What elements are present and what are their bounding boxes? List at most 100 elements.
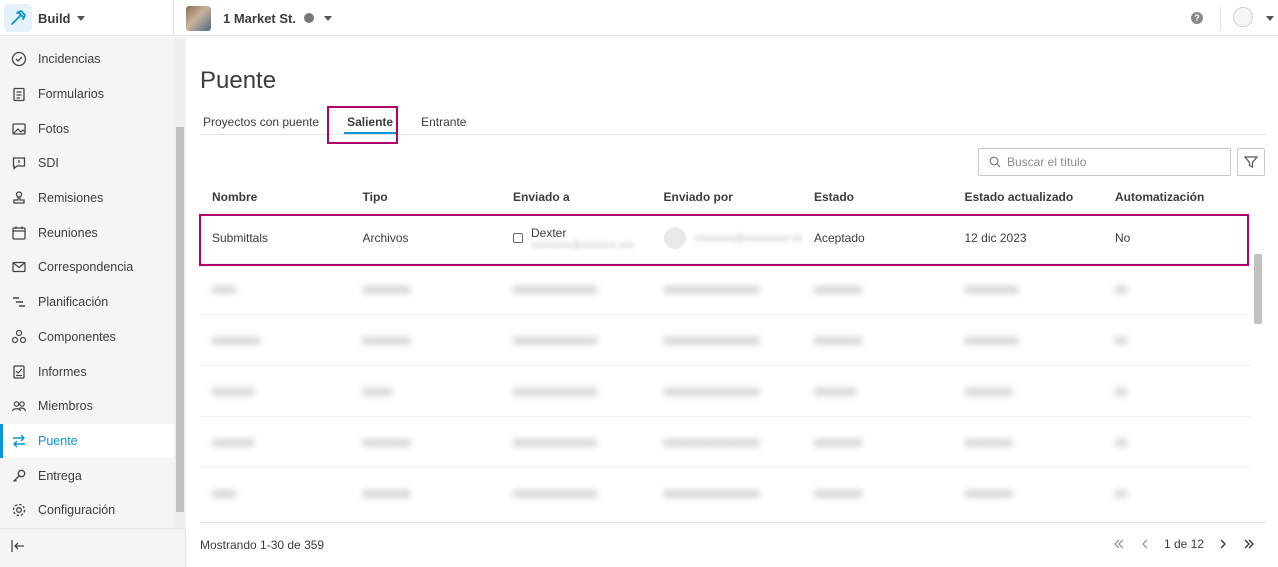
sidebar-item-informes[interactable]: Informes <box>0 354 174 389</box>
sidebar-item-formularios[interactable]: Formularios <box>0 77 174 112</box>
tab-entrante[interactable]: Entrante <box>418 110 469 134</box>
column-header-nombre[interactable]: Nombre <box>200 190 351 204</box>
cell-redacted: xxxxxxxx <box>964 384 1013 398</box>
cell-redacted: xxxxxxxxx <box>964 282 1019 296</box>
stamp-icon <box>10 189 28 207</box>
cell-redacted: xxxxxxxxxxxxxx <box>513 435 597 449</box>
sidebar-item-label: Informes <box>38 364 87 379</box>
cell-redacted: xxxxxxx <box>212 384 254 398</box>
column-header-estado[interactable]: Estado <box>802 190 953 204</box>
sidebar-item-incidencias[interactable]: Incidencias <box>0 42 174 77</box>
sidebar-scrollbar[interactable] <box>174 37 186 528</box>
envelope-icon <box>10 258 28 276</box>
sidebar-item-correspondencia[interactable]: Correspondencia <box>0 250 174 285</box>
sidebar-item-planificacion[interactable]: Planificación <box>0 285 174 320</box>
sidebar-item-miembros[interactable]: Miembros <box>0 389 174 424</box>
sidebar-item-label: Fotos <box>38 121 70 136</box>
scrollbar-thumb[interactable] <box>1254 254 1262 324</box>
filter-icon <box>1243 156 1259 168</box>
sidebar-item-label: Componentes <box>38 329 116 344</box>
sidebar-item-label: Remisiones <box>38 191 104 206</box>
help-icon[interactable]: ? <box>1191 12 1203 24</box>
cell-redacted: xxxxxxxx <box>362 486 411 500</box>
column-header-automatizacion[interactable]: Automatización <box>1103 190 1254 204</box>
sidebar-item-remisiones[interactable]: Remisiones <box>0 181 174 216</box>
cell-redacted: xxxxxxxxxxxxxx <box>513 486 597 500</box>
column-header-enviado-a[interactable]: Enviado a <box>501 190 652 204</box>
cell-redacted: xxxxxxxx <box>814 435 862 449</box>
table-footer: Mostrando 1-30 de 359 1 de 12 <box>200 522 1266 567</box>
sidebar-item-label: Configuración <box>38 503 116 518</box>
chevron-down-icon <box>323 15 332 21</box>
sidebar-item-sdi[interactable]: SDI <box>0 146 174 181</box>
cell-redacted: xx <box>1115 384 1127 398</box>
highlight-box <box>327 106 398 144</box>
tab-proyectos-con-puente[interactable]: Proyectos con puente <box>200 110 322 134</box>
key-icon <box>10 467 28 485</box>
sidebar-item-fotos[interactable]: Fotos <box>0 111 174 146</box>
cell-redacted: xxxxxxxxxxxxxx <box>513 384 597 398</box>
cell-redacted: xxxx <box>212 486 236 500</box>
table-row[interactable]: xxxx xxxxxxxx xxxxxxxxxxxxxx xxxxxxxxxxx… <box>200 263 1250 314</box>
cell-redacted: xxxxxxxx <box>362 333 411 347</box>
cell-redacted: xxxxxxxxxxxxxxxx <box>663 384 760 398</box>
chevron-down-icon[interactable] <box>1266 16 1274 21</box>
collapse-sidebar-button[interactable] <box>0 528 186 567</box>
chevron-down-icon <box>76 15 85 21</box>
cell-redacted: xxxxxxxxxxxxxxxx <box>663 435 760 449</box>
cell-redacted: xxxxxxxxxxxxxxxx <box>663 333 760 347</box>
sidebar-item-label: Planificación <box>38 295 109 310</box>
cell-redacted: xxxxx <box>362 384 393 398</box>
project-name: 1 Market St. <box>223 10 296 26</box>
column-header-tipo[interactable]: Tipo <box>351 190 502 204</box>
globe-icon <box>303 13 314 23</box>
chat-icon <box>10 154 28 172</box>
filter-button[interactable] <box>1237 148 1265 176</box>
sidebar: Incidencias Formularios Fotos SDI Remisi… <box>0 37 186 567</box>
search-box[interactable] <box>978 148 1231 176</box>
cell-redacted: xxxxxxxxxxxxxx <box>513 333 597 347</box>
gear-icon <box>10 501 28 519</box>
sidebar-item-label: Entrega <box>38 468 82 483</box>
sidebar-item-reuniones[interactable]: Reuniones <box>0 215 174 250</box>
column-header-estado-actualizado[interactable]: Estado actualizado <box>953 190 1104 204</box>
column-header-enviado-por[interactable]: Enviado por <box>652 190 803 204</box>
cell-redacted: xxxxxxxx <box>212 333 260 347</box>
sidebar-item-label: Reuniones <box>38 225 98 240</box>
bridge-icon <box>10 432 28 450</box>
project-selector[interactable]: 1 Market St. <box>186 4 332 32</box>
cell-redacted: xxxxxxx <box>814 384 856 398</box>
sidebar-item-configuracion[interactable]: Configuración <box>0 493 174 528</box>
sidebar-item-label: SDI <box>38 156 59 171</box>
first-page-icon[interactable] <box>1112 537 1126 551</box>
cell-redacted: xx <box>1115 486 1127 500</box>
table-scrollbar[interactable] <box>1252 182 1264 522</box>
components-icon <box>10 328 28 346</box>
sidebar-item-entrega[interactable]: Entrega <box>0 458 174 493</box>
scrollbar-thumb[interactable] <box>176 127 184 512</box>
previous-page-icon[interactable] <box>1138 537 1152 551</box>
search-input[interactable] <box>1007 155 1207 169</box>
cell-redacted: xxxxxxxx <box>362 282 411 296</box>
next-page-icon[interactable] <box>1216 537 1230 551</box>
cell-redacted: xxxxxxxxxxxxxxxx <box>663 282 760 296</box>
sidebar-item-componentes[interactable]: Componentes <box>0 320 174 355</box>
sidebar-item-label: Puente <box>38 433 78 448</box>
avatar[interactable] <box>1233 7 1253 27</box>
sidebar-item-label: Formularios <box>38 87 104 102</box>
cell-redacted: xxxxxxxx <box>814 282 862 296</box>
clipboard-icon <box>10 85 28 103</box>
main-content: Puente Proyectos con puente Saliente Ent… <box>187 37 1278 567</box>
table-row[interactable]: xxxxxxx xxxxxxxx xxxxxxxxxxxxxx xxxxxxxx… <box>200 416 1250 467</box>
cell-redacted: xxxxxxxx <box>964 435 1013 449</box>
cell-redacted: xx <box>1115 282 1127 296</box>
sidebar-item-puente[interactable]: Puente <box>0 423 174 459</box>
cell-redacted: xxxxxxxx <box>814 333 862 347</box>
sidebar-item-label: Miembros <box>38 399 93 414</box>
app-switcher[interactable]: Build <box>0 0 174 36</box>
last-page-icon[interactable] <box>1242 537 1256 551</box>
table-row[interactable]: xxxxxxxx xxxxxxxx xxxxxxxxxxxxxx xxxxxxx… <box>200 314 1250 365</box>
table-row[interactable]: xxxxxxx xxxxx xxxxxxxxxxxxxx xxxxxxxxxxx… <box>200 365 1250 416</box>
divider <box>1220 6 1221 30</box>
table-row[interactable]: xxxx xxxxxxxx xxxxxxxxxxxxxx xxxxxxxxxxx… <box>200 467 1250 518</box>
